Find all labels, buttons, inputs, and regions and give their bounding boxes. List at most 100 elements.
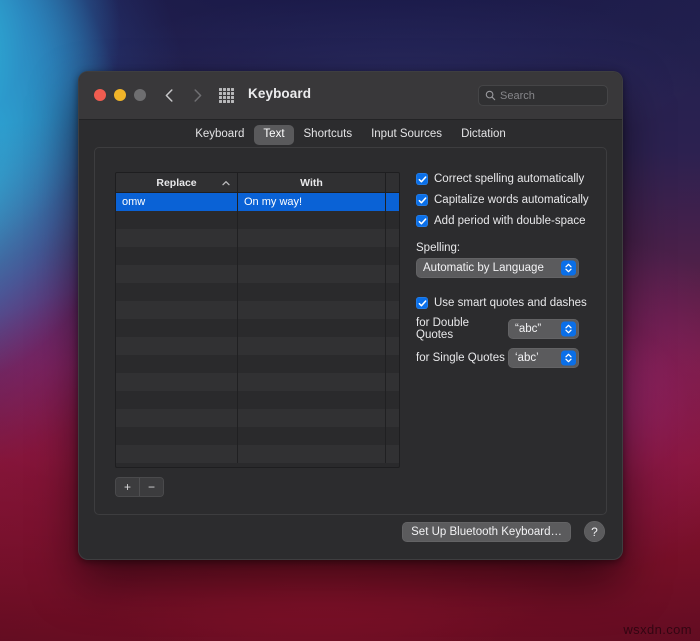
cell-replace — [116, 265, 238, 283]
column-header-replace-label: Replace — [156, 176, 197, 189]
cell-spacer — [386, 319, 399, 337]
table-row[interactable] — [116, 211, 399, 229]
forward-button[interactable] — [189, 85, 207, 105]
tab-shortcuts[interactable]: Shortcuts — [295, 125, 362, 145]
back-button[interactable] — [160, 85, 178, 105]
tab-input-sources[interactable]: Input Sources — [362, 125, 451, 145]
cell-with — [238, 301, 386, 319]
table-row[interactable] — [116, 283, 399, 301]
double-quotes-selected-value: “abc” — [515, 323, 542, 335]
checkbox-checked-icon[interactable] — [416, 173, 428, 185]
cell-with — [238, 355, 386, 373]
option-smart-quotes[interactable]: Use smart quotes and dashes — [416, 296, 596, 310]
popup-stepper-icon[interactable] — [561, 350, 576, 366]
cell-spacer — [386, 391, 399, 409]
option-add-period[interactable]: Add period with double-space — [416, 214, 596, 228]
table-row[interactable] — [116, 337, 399, 355]
table-row[interactable] — [116, 427, 399, 445]
table-row[interactable] — [116, 391, 399, 409]
cell-spacer — [386, 229, 399, 247]
table-row[interactable] — [116, 247, 399, 265]
option-capitalize-words[interactable]: Capitalize words automatically — [416, 193, 596, 207]
checkbox-checked-icon[interactable] — [416, 297, 428, 309]
option-label: Add period with double-space — [434, 215, 586, 227]
add-replacement-button[interactable]: + — [116, 478, 139, 496]
text-options-column: Correct spelling automatically Capitaliz… — [416, 172, 596, 368]
tab-text[interactable]: Text — [254, 125, 294, 145]
spelling-popup-button[interactable]: Automatic by Language — [416, 258, 579, 278]
search-icon — [485, 90, 496, 101]
table-row[interactable] — [116, 301, 399, 319]
help-button[interactable]: ? — [584, 521, 605, 542]
option-label: Correct spelling automatically — [434, 173, 585, 185]
cell-replace — [116, 247, 238, 265]
cell-spacer — [386, 445, 399, 463]
double-quotes-label: for Double Quotes — [416, 317, 470, 341]
chevron-up-down-icon — [565, 263, 572, 273]
cell-replace — [116, 409, 238, 427]
table-body: omw On my way! — [116, 193, 399, 467]
table-row[interactable] — [116, 319, 399, 337]
chevron-up-down-icon — [565, 353, 572, 363]
cell-spacer — [386, 427, 399, 445]
add-remove-control: + − — [115, 477, 164, 497]
cell-with — [238, 391, 386, 409]
checkmark-icon — [418, 217, 426, 225]
table-row[interactable] — [116, 409, 399, 427]
smart-quotes-section: Use smart quotes and dashes for Double Q… — [416, 296, 596, 368]
cell-replace — [116, 301, 238, 319]
minimize-button[interactable] — [114, 89, 126, 101]
table-row[interactable] — [116, 355, 399, 373]
close-button[interactable] — [94, 89, 106, 101]
single-quotes-selected-value: ‘abc’ — [515, 352, 539, 364]
cell-with — [238, 229, 386, 247]
page-title: Keyboard — [248, 86, 312, 101]
cell-with — [238, 211, 386, 229]
table-row[interactable] — [116, 445, 399, 463]
cell-with: On my way! — [238, 193, 386, 211]
table-row[interactable] — [116, 373, 399, 391]
checkmark-icon — [418, 175, 426, 183]
table-row[interactable]: omw On my way! — [116, 193, 399, 211]
text-replacement-table[interactable]: Replace With omw On my way! — [115, 172, 400, 468]
cell-replace: omw — [116, 193, 238, 211]
cell-replace — [116, 373, 238, 391]
checkbox-checked-icon[interactable] — [416, 215, 428, 227]
cell-replace — [116, 427, 238, 445]
cell-with — [238, 337, 386, 355]
popup-stepper-icon[interactable] — [561, 321, 576, 337]
tab-keyboard[interactable]: Keyboard — [186, 125, 253, 145]
table-row[interactable] — [116, 229, 399, 247]
table-row[interactable] — [116, 265, 399, 283]
tab-dictation[interactable]: Dictation — [452, 125, 515, 145]
search-field[interactable] — [478, 85, 608, 106]
show-all-grid-icon[interactable] — [219, 88, 234, 103]
column-header-with[interactable]: With — [238, 173, 386, 192]
preference-tab-bar: Keyboard Text Shortcuts Input Sources Di… — [79, 120, 622, 150]
column-header-replace[interactable]: Replace — [116, 173, 238, 192]
cell-replace — [116, 283, 238, 301]
checkmark-icon — [418, 299, 426, 307]
single-quotes-popup-button[interactable]: ‘abc’ — [508, 348, 579, 368]
cell-with — [238, 445, 386, 463]
chevron-up-icon — [222, 180, 230, 185]
option-correct-spelling[interactable]: Correct spelling automatically — [416, 172, 596, 186]
cell-spacer — [386, 301, 399, 319]
zoom-button[interactable] — [134, 89, 146, 101]
window-footer: Set Up Bluetooth Keyboard… ? — [79, 513, 622, 559]
cell-spacer — [386, 247, 399, 265]
popup-stepper-icon[interactable] — [561, 260, 576, 276]
remove-replacement-button[interactable]: − — [139, 478, 163, 496]
spelling-label: Spelling: — [416, 242, 461, 254]
cell-with — [238, 409, 386, 427]
cell-replace — [116, 355, 238, 373]
double-quotes-popup-button[interactable]: “abc” — [508, 319, 579, 339]
set-up-bluetooth-keyboard-button[interactable]: Set Up Bluetooth Keyboard… — [402, 522, 571, 542]
single-quotes-row: for Single Quotes ‘abc’ — [416, 348, 596, 368]
cell-spacer — [386, 355, 399, 373]
search-input[interactable] — [500, 89, 601, 102]
checkbox-checked-icon[interactable] — [416, 194, 428, 206]
cell-spacer — [386, 409, 399, 427]
cell-replace — [116, 319, 238, 337]
cell-with — [238, 247, 386, 265]
